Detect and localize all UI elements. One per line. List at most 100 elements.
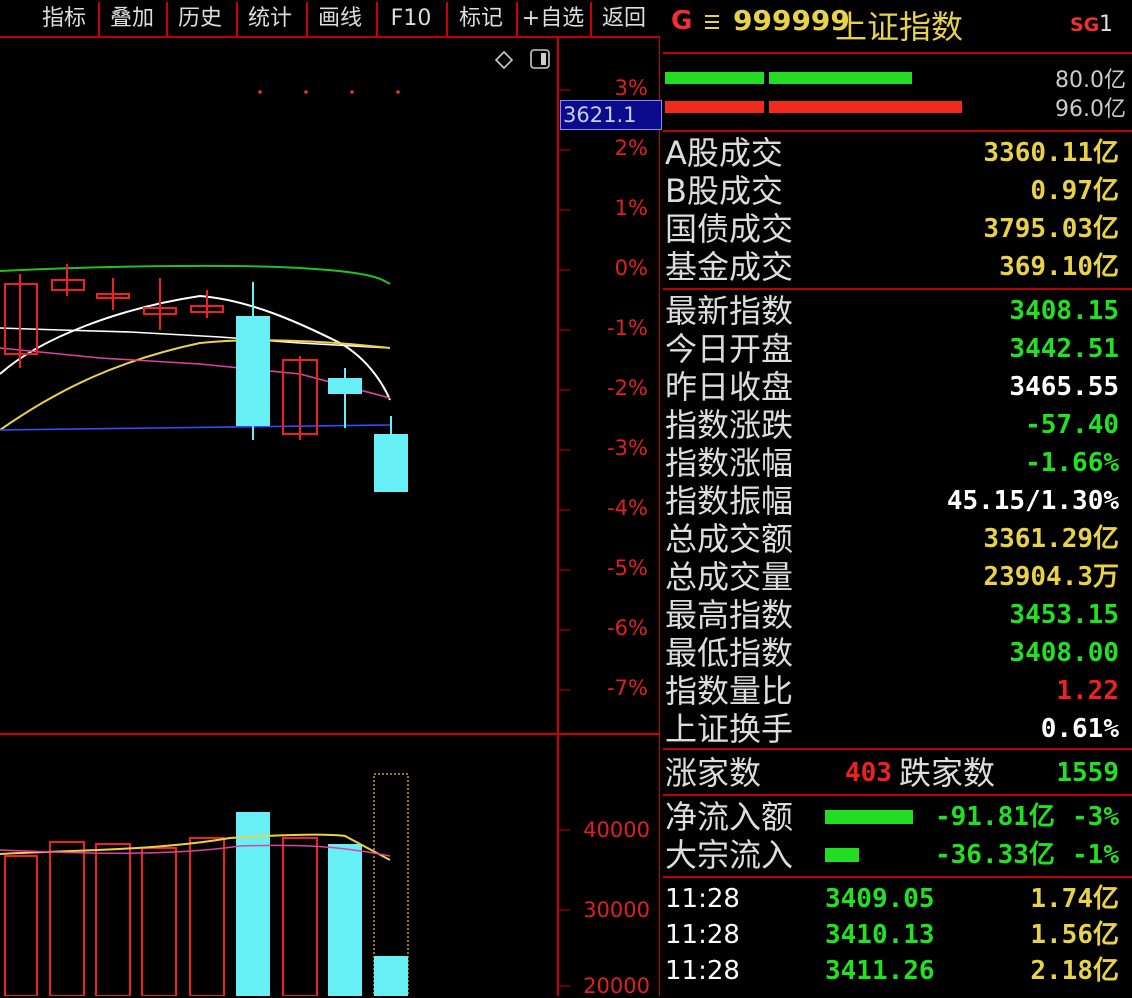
crosshair-price-tag: 3621.1 (560, 100, 662, 130)
turnover-row: 国债成交 3795.03亿 (663, 210, 1123, 248)
menu-statistics[interactable]: 统计 (238, 2, 302, 36)
pct-axis-label: -5% (607, 556, 648, 580)
turnover-label: B股成交 (665, 172, 783, 210)
stat-value: 3465.55 (1009, 372, 1119, 402)
pct-axis-label: 0% (614, 256, 648, 280)
turnover-row: 基金成交 369.10亿 (663, 248, 1123, 286)
candle-down (328, 378, 362, 394)
tick-amount: 1.74亿 (1030, 884, 1119, 914)
stat-label: 总成交量 (665, 558, 794, 596)
sg-number: 1 (1099, 12, 1113, 37)
down-count-label: 跌家数 (899, 754, 996, 792)
stat-value: 1.22 (1056, 676, 1119, 706)
flow-pct: -1% (1072, 840, 1119, 870)
menu-f10[interactable]: F10 (378, 2, 444, 36)
stat-label: 指数量比 (665, 672, 794, 710)
diamond-icon[interactable] (494, 50, 514, 70)
divider (663, 52, 1132, 54)
volume-bars (4, 773, 409, 996)
divider (663, 130, 1132, 132)
stat-value: 0.61% (1040, 714, 1119, 744)
pct-axis-label: 3% (614, 76, 648, 100)
flow-label: 净流入额 (665, 798, 794, 836)
up-count-value: 403 (845, 758, 892, 788)
tick-price: 3411.26 (825, 956, 935, 986)
group-badge[interactable]: G (671, 6, 692, 36)
stat-label: 总成交额 (665, 520, 794, 558)
stat-label: 今日开盘 (665, 330, 794, 368)
menu-back[interactable]: 返回 (592, 2, 656, 36)
stat-row: 昨日收盘 3465.55 (663, 368, 1123, 406)
pct-axis-label: -1% (607, 316, 648, 340)
stock-code: 999999 (733, 4, 850, 37)
candle-down (236, 316, 270, 426)
window-icon[interactable] (530, 49, 550, 69)
stat-row: 今日开盘 3442.51 (663, 330, 1123, 368)
hamburger-icon[interactable] (703, 12, 721, 32)
vol-axis-label: 30000 (583, 898, 650, 922)
stat-value: 3453.15 (1009, 600, 1119, 630)
kline-chart[interactable]: 3621.1 3% 2% 1% 0% -1% -2% -3% -4% -5% -… (0, 38, 662, 998)
pct-axis-label: -3% (607, 436, 648, 460)
stat-row: 最高指数 3453.15 (663, 596, 1123, 634)
stat-value: 3408.00 (1009, 638, 1119, 668)
green-bar-left (665, 72, 764, 84)
stat-label: 指数涨跌 (665, 406, 794, 444)
stat-row: 总成交量 23904.3万 (663, 558, 1123, 596)
stat-row: 指数振幅 45.15/1.30% (663, 482, 1123, 520)
turnover-row: A股成交 3360.11亿 (663, 134, 1123, 172)
turnover-label: A股成交 (665, 134, 783, 172)
menu-draw-line[interactable]: 画线 (308, 2, 372, 36)
sg-badge: SG (1070, 14, 1100, 36)
turnover-label: 基金成交 (665, 248, 794, 286)
tick-row: 11:28 3410.13 1.56亿 (663, 916, 1123, 954)
stat-label: 昨日收盘 (665, 368, 794, 406)
stat-row: 上证换手 0.61% (663, 710, 1123, 748)
turnover-value: 3795.03亿 (983, 214, 1119, 244)
turnover-value: 369.10亿 (999, 252, 1119, 282)
stat-label: 最高指数 (665, 596, 794, 634)
up-count-label: 涨家数 (665, 754, 762, 792)
pct-axis-label: 2% (614, 136, 648, 160)
stat-row: 指数涨跌 -57.40 (663, 406, 1123, 444)
turnover-row: B股成交 0.97亿 (663, 172, 1123, 210)
stat-row: 指数涨幅 -1.66% (663, 444, 1123, 482)
tick-amount: 2.18亿 (1030, 956, 1119, 986)
pct-axis-label: -2% (607, 376, 648, 400)
stat-label: 最低指数 (665, 634, 794, 672)
quote-panel: G 999999 上证指数 SG 1 80.0亿 96.0亿 A股成交 3360… (663, 0, 1132, 996)
tick-time: 11:28 (665, 884, 740, 914)
tick-time: 11:28 (665, 956, 740, 986)
stat-value: 3442.51 (1009, 334, 1119, 364)
menu-add-watchlist[interactable]: +自选 (518, 2, 588, 36)
stat-value: 3408.15 (1009, 296, 1119, 326)
breadth-row: 涨家数 403 跌家数 1559 (663, 754, 1123, 792)
stat-row: 最低指数 3408.00 (663, 634, 1123, 672)
flow-bar (825, 810, 913, 824)
tick-row: 11:28 3411.26 2.18亿 (663, 952, 1123, 990)
stat-value: 3361.29亿 (983, 524, 1119, 554)
red-bar-value: 96.0亿 (1055, 97, 1126, 122)
down-count-value: 1559 (1056, 758, 1119, 788)
turnover-value: 3360.11亿 (983, 138, 1119, 168)
stat-row: 总成交额 3361.29亿 (663, 520, 1123, 558)
menu-mark[interactable]: 标记 (448, 2, 514, 36)
divider (663, 288, 1132, 290)
tick-price: 3410.13 (825, 920, 935, 950)
pct-axis-label: -4% (607, 496, 648, 520)
menu-overlay[interactable]: 叠加 (100, 2, 164, 36)
stat-value: 45.15/1.30% (946, 486, 1119, 516)
menu-indicator[interactable]: 指标 (32, 2, 96, 36)
red-bar-right (769, 101, 962, 113)
menu-history[interactable]: 历史 (168, 2, 232, 36)
stat-value: 23904.3万 (983, 562, 1119, 592)
flow-label: 大宗流入 (665, 836, 794, 874)
stat-value: -1.66% (1025, 448, 1119, 478)
green-bar-right (769, 72, 912, 84)
vol-axis-label: 20000 (583, 974, 650, 998)
tick-price: 3409.05 (825, 884, 935, 914)
stat-label: 指数涨幅 (665, 444, 794, 482)
pct-axis-label: -6% (607, 616, 648, 640)
divider (663, 794, 1132, 796)
vol-axis-label: 40000 (583, 818, 650, 842)
